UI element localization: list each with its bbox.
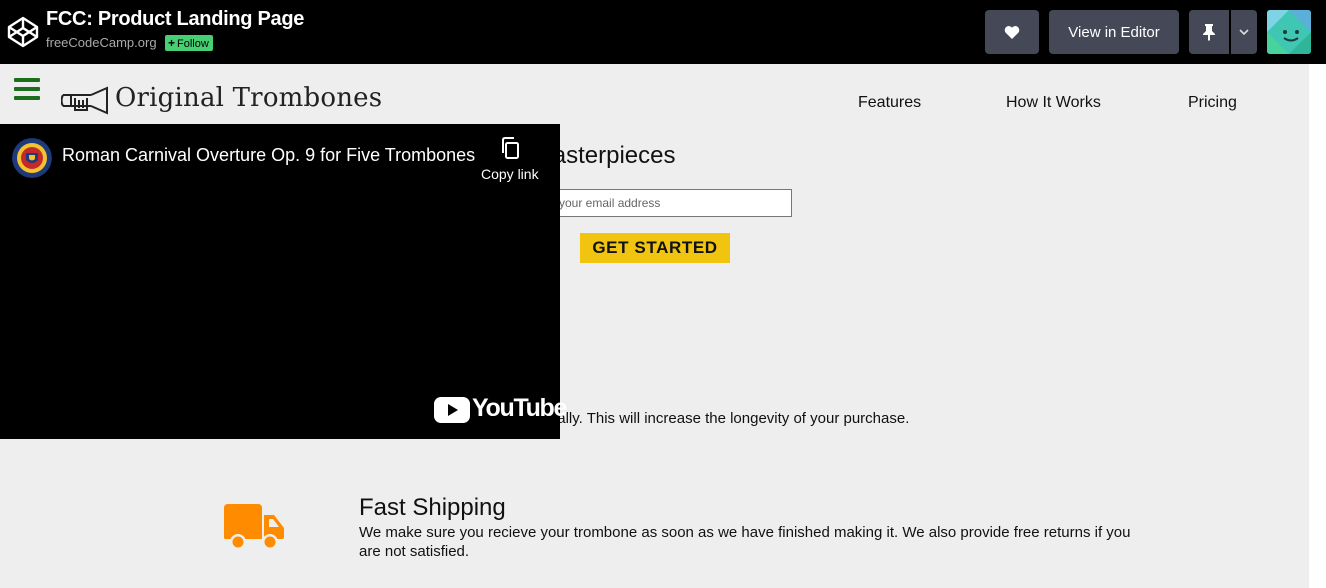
channel-avatar[interactable] xyxy=(12,138,52,178)
hamburger-menu-icon[interactable] xyxy=(14,78,40,100)
follow-label: Follow xyxy=(177,38,209,50)
pin-icon xyxy=(1203,24,1215,41)
pin-dropdown-button[interactable] xyxy=(1231,10,1257,54)
email-input[interactable] xyxy=(550,189,792,217)
truck-icon xyxy=(224,504,284,550)
follow-button[interactable]: + Follow xyxy=(165,35,213,51)
plus-icon: + xyxy=(168,36,176,50)
get-started-button[interactable]: GET STARTED xyxy=(580,233,730,263)
vertical-scrollbar[interactable] xyxy=(1309,64,1326,588)
codepen-header: FCC: Product Landing Page freeCodeCamp.o… xyxy=(0,0,1326,64)
chevron-down-icon xyxy=(1239,29,1249,35)
youtube-play-icon[interactable] xyxy=(434,397,470,423)
view-in-editor-button[interactable]: View in Editor xyxy=(1049,10,1179,54)
heart-icon xyxy=(1004,25,1020,39)
video-title[interactable]: Roman Carnival Overture Op. 9 for Five T… xyxy=(62,145,475,166)
user-avatar[interactable] xyxy=(1267,10,1311,54)
copy-link-icon[interactable] xyxy=(500,137,520,159)
like-button[interactable] xyxy=(985,10,1039,54)
youtube-video-player[interactable]: Roman Carnival Overture Op. 9 for Five T… xyxy=(0,124,567,439)
trombone-logo-icon xyxy=(61,86,108,115)
nav-link-how-it-works[interactable]: How It Works xyxy=(1006,94,1101,112)
pen-title: FCC: Product Landing Page xyxy=(46,8,305,30)
pen-owner-link[interactable]: freeCodeCamp.org xyxy=(46,35,157,50)
pin-button[interactable] xyxy=(1189,10,1229,54)
brand-name: Original Trombones xyxy=(115,83,383,113)
nav-link-pricing[interactable]: Pricing xyxy=(1188,94,1237,112)
youtube-wordmark[interactable]: YouTube xyxy=(472,394,567,423)
nav-link-features[interactable]: Features xyxy=(858,94,921,112)
avatar-image xyxy=(1267,10,1311,54)
feature-title-fast-shipping: Fast Shipping xyxy=(359,494,506,521)
codepen-logo-icon[interactable] xyxy=(6,15,40,49)
copy-link-label[interactable]: Copy link xyxy=(481,166,539,182)
feature-text-fast-shipping: We make sure you recieve your trombone a… xyxy=(359,524,1131,560)
